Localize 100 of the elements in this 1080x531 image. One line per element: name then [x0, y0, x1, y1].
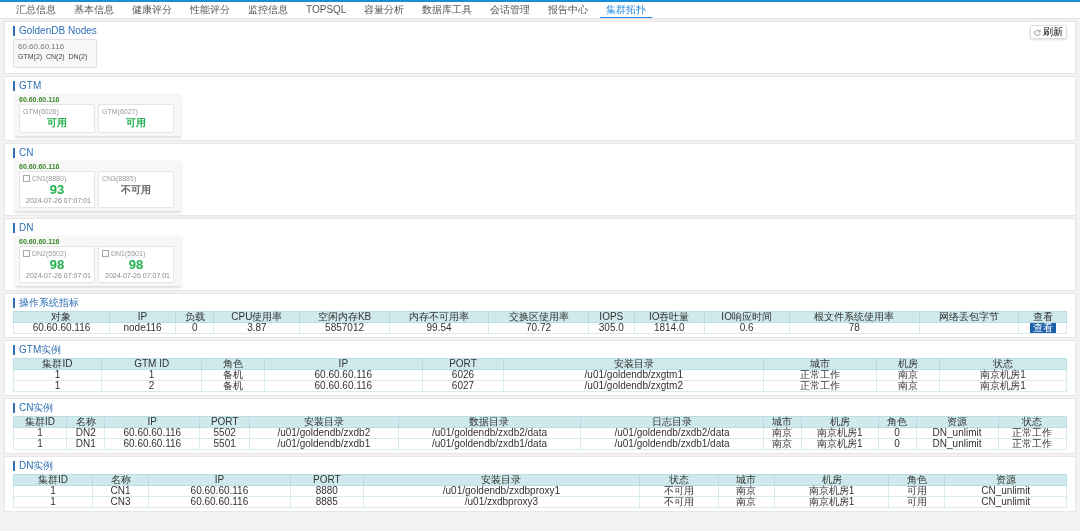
table-cell: 南京	[718, 485, 775, 497]
column-header: 状态	[639, 474, 719, 486]
column-header: 机房	[876, 358, 940, 370]
table-cell: 60.60.60.116	[13, 322, 110, 334]
table-cell: 5857012	[299, 322, 390, 334]
column-header: 城市	[763, 358, 877, 370]
column-header: 角色	[888, 474, 945, 486]
nav-tab[interactable]: 健康评分	[126, 2, 178, 18]
column-header: 空闲内存KB	[299, 311, 390, 323]
table-cell: DN_unlimit	[916, 427, 998, 439]
table-cell: 60.60.60.116	[104, 427, 200, 439]
table-cell: /u01/goldendb/zxdb1/data	[580, 438, 764, 450]
table-cell: /u01/goldendb/zxgtm2	[503, 380, 764, 392]
view-button[interactable]: 查看	[1029, 323, 1056, 333]
nav-tab[interactable]: 会话管理	[484, 2, 537, 18]
column-header: 状态	[939, 358, 1067, 370]
refresh-icon	[1034, 28, 1041, 36]
table-cell: /u01/goldendb/zxdb2	[249, 427, 399, 439]
table-cell: DN1	[66, 438, 105, 450]
nav-tab[interactable]: TOPSQL	[300, 2, 353, 18]
column-header: IOPS	[588, 311, 635, 323]
table-cell: 60.60.60.116	[104, 438, 200, 450]
table-cell: 南京机房1	[939, 380, 1067, 392]
column-header: 机房	[801, 416, 879, 428]
instance-value: 可用	[125, 116, 147, 130]
column-header: 城市	[718, 474, 775, 486]
table-cell: 6026	[422, 369, 504, 381]
nav-tab[interactable]: 监控信息	[242, 2, 294, 18]
column-header: 对象	[13, 311, 110, 323]
table-cell: 不可用	[639, 496, 719, 508]
column-header: IP	[148, 474, 291, 486]
table-cell: 60.60.60.116	[264, 380, 423, 392]
column-header: 安装目录	[503, 358, 764, 370]
table-cell: 1	[13, 496, 93, 508]
table-cell: 1	[13, 369, 102, 381]
column-header: 安装目录	[249, 416, 399, 428]
instance-value: 可用	[46, 116, 68, 130]
table-cell: 可用	[888, 496, 945, 508]
table-cell: /u01/goldendb/zxdb1/data	[398, 438, 581, 450]
nav-tab[interactable]: 基本信息	[68, 2, 120, 18]
instance-value: 不可用	[120, 183, 152, 197]
table-cell: 南京	[876, 380, 940, 392]
table-cell: 南京机房1	[801, 438, 879, 450]
column-header: GTM ID	[101, 358, 202, 370]
table-cell: 南京机房1	[774, 485, 889, 497]
table-cell: 可用	[888, 485, 945, 497]
image-icon	[102, 250, 109, 257]
column-header: IP	[264, 358, 423, 370]
column-header: 根文件系统使用率	[789, 311, 920, 323]
table-cell: 99.54	[389, 322, 489, 334]
table-cell: 2	[101, 380, 202, 392]
section-title: GoldenDB Nodes	[19, 25, 97, 37]
column-header: 网络丢包字节	[919, 311, 1019, 323]
nav-tab[interactable]: 性能评分	[184, 2, 236, 18]
column-header: IP	[109, 311, 176, 323]
refresh-button[interactable]: 刷新	[1030, 25, 1067, 39]
section-title: DN	[19, 222, 34, 234]
node-host: 60.60.60.116	[18, 42, 66, 51]
table-cell: 6027	[422, 380, 504, 392]
nav-tab[interactable]: 集群拓扑	[600, 2, 653, 18]
column-header: 角色	[201, 358, 265, 370]
table-cell: 正常工作	[998, 438, 1067, 450]
table-cell: 0	[878, 438, 917, 450]
table-cell: /u01/goldendb/zxdb2/data	[580, 427, 764, 439]
nav-tab[interactable]: 汇总信息	[10, 2, 62, 18]
column-header: 负载	[175, 311, 214, 323]
table-cell: 南京机房1	[939, 369, 1067, 381]
column-header: 集群ID	[13, 474, 93, 486]
table-cell: 0	[175, 322, 214, 334]
nav-tab[interactable]: 报告中心	[542, 2, 595, 18]
table-cell: 南京机房1	[801, 427, 879, 439]
table-cell: 5501	[199, 438, 250, 450]
nav-tab[interactable]: 容量分析	[358, 2, 411, 18]
table-cell: /u01/goldendb/zxdbproxy1	[363, 485, 640, 497]
table-cell: 1	[13, 485, 93, 497]
table-cell: 1	[13, 438, 67, 450]
table-cell: DN_unlimit	[916, 438, 998, 450]
column-header: 名称	[66, 416, 105, 428]
column-header: 名称	[92, 474, 149, 486]
section-title: CN	[19, 147, 34, 159]
image-icon	[23, 175, 30, 182]
section-title: CN实例	[19, 402, 54, 414]
table-cell: 备机	[201, 380, 265, 392]
image-icon	[23, 250, 30, 257]
table-cell: /u01/goldendb/zxdb1	[249, 438, 399, 450]
column-header: 角色	[878, 416, 917, 428]
column-header: PORT	[290, 474, 364, 486]
column-header: IP	[104, 416, 200, 428]
table-cell: /u01/zxdbproxy3	[363, 496, 640, 508]
table-cell: 0.6	[704, 322, 790, 334]
table-cell: node116	[109, 322, 176, 334]
column-header: PORT	[422, 358, 504, 370]
column-header: 安装目录	[363, 474, 640, 486]
table-cell: 南京	[876, 369, 940, 381]
section-title: GTM实例	[19, 344, 62, 356]
column-header: 查看	[1018, 311, 1067, 323]
nav-tab[interactable]: 数据库工具	[416, 2, 479, 18]
table-cell: DN2	[66, 427, 105, 439]
table-cell: 60.60.60.116	[148, 485, 291, 497]
column-header: 交换区使用率	[488, 311, 589, 323]
